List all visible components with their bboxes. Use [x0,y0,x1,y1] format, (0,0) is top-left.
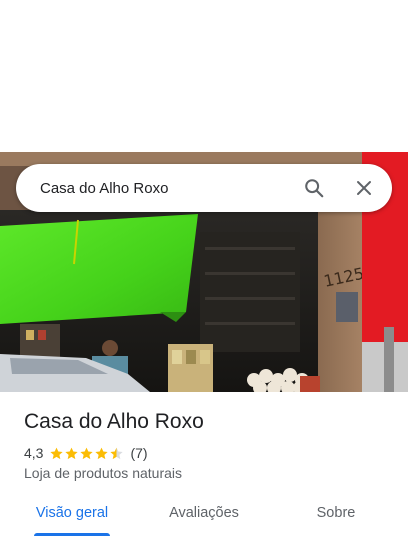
tab-overview[interactable]: Visão geral [34,496,110,536]
star-icon [95,447,109,459]
close-icon[interactable] [352,176,376,200]
tab-bar: Visão geral Avaliações Sobre [0,496,408,544]
review-count[interactable]: (7) [130,445,147,461]
search-input[interactable]: Casa do Alho Roxo [40,180,302,197]
star-icon [50,447,64,459]
tab-reviews[interactable]: Avaliações [160,496,248,536]
rating-value: 4,3 [24,445,44,461]
half-star-icon [110,447,124,459]
blank-header-area [0,0,408,152]
star-rating [49,446,124,461]
active-tab-indicator [34,533,110,536]
search-icon[interactable] [302,176,326,200]
star-icon [65,447,79,459]
search-bar[interactable]: Casa do Alho Roxo [16,164,392,212]
place-title: Casa do Alho Roxo [24,410,204,433]
rating-row[interactable]: 4,3 (7) [24,444,148,462]
star-icon [80,447,94,459]
place-category: Loja de produtos naturais [24,465,182,481]
tab-about[interactable]: Sobre [306,496,366,536]
